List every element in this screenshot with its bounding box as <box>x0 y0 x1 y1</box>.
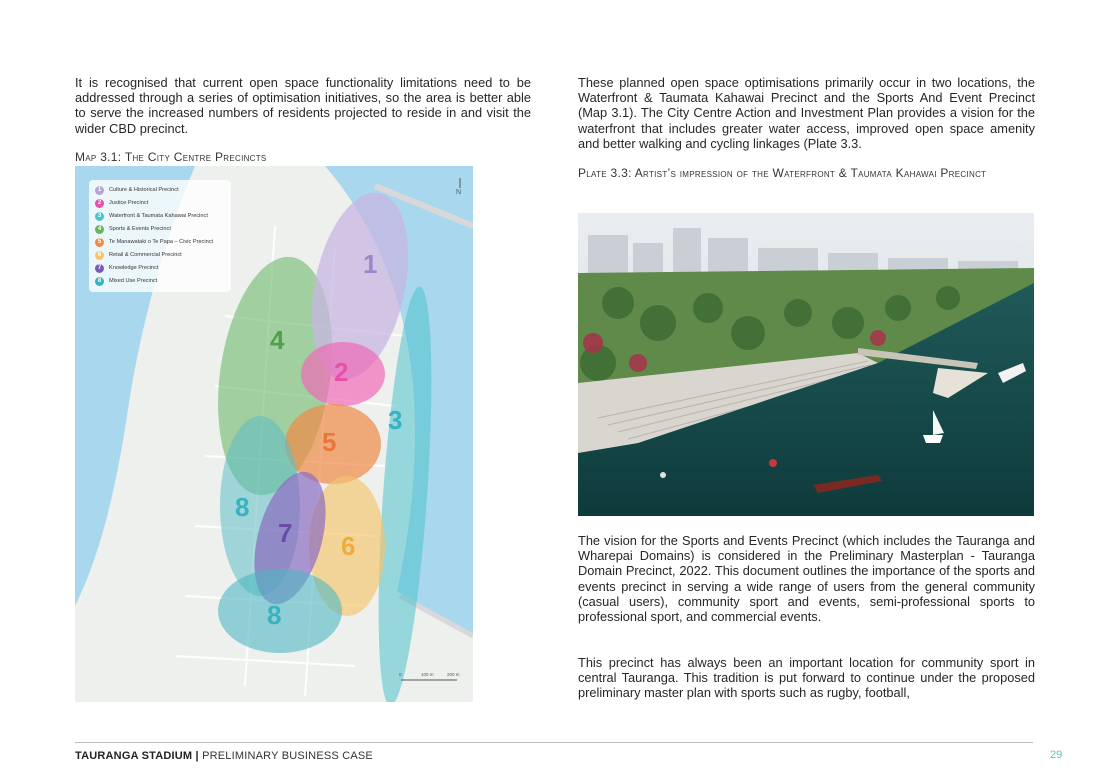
legend-item-5: 5 Te Manawataki o Te Papa – Civic Precin… <box>95 236 213 248</box>
legend-swatch: 2 <box>95 198 104 208</box>
legend-swatch: 4 <box>95 224 104 234</box>
scale-label-200: 200 m <box>447 672 460 677</box>
legend-item-2: 2 Justice Precinct <box>95 197 148 209</box>
legend-swatch: 3 <box>95 211 104 221</box>
legend-item-3: 3 Waterfront & Taumata Kahawai Precinct <box>95 210 208 222</box>
right-paragraph-1: These planned open space optimisations p… <box>578 75 1035 151</box>
legend-swatch: 7 <box>95 263 104 273</box>
page-number: 29 <box>1050 749 1063 761</box>
precinct-number-8b: 8 <box>267 600 281 630</box>
precinct-number-1: 1 <box>363 249 377 279</box>
legend-item-4: 4 Sports & Events Precinct <box>95 223 171 235</box>
map-caption: Map 3.1: The City Centre Precincts <box>75 150 267 164</box>
precinct-number-8a: 8 <box>235 492 249 522</box>
legend-label: Justice Precinct <box>109 200 149 206</box>
city-centre-precincts-map: 1 2 3 4 5 6 7 8 8 N 0 100 m 200 m 1 Cult… <box>75 166 473 702</box>
legend-swatch: 6 <box>95 250 104 260</box>
legend-item-8: 8 Mixed Use Precinct <box>95 275 157 287</box>
legend-label: Knowledge Precinct <box>109 265 159 271</box>
legend-swatch: 5 <box>95 237 104 247</box>
legend-item-1: 1 Culture & Historical Precinct <box>95 184 179 196</box>
footer-separator: | <box>195 750 199 762</box>
north-indicator: N <box>456 189 461 196</box>
map-legend: 1 Culture & Historical Precinct 2 Justic… <box>89 180 231 292</box>
legend-item-7: 7 Knowledge Precinct <box>95 262 158 274</box>
footer-title-bold: TAURANGA STADIUM <box>75 750 193 762</box>
scale-label-100: 100 m <box>421 672 434 677</box>
right-paragraph-3: This precinct has always been an importa… <box>578 655 1035 701</box>
precinct-number-7: 7 <box>278 518 292 548</box>
right-paragraph-2: The vision for the Sports and Events Pre… <box>578 533 1035 625</box>
left-intro-paragraph: It is recognised that current open space… <box>75 75 531 136</box>
footer-document-title: TAURANGA STADIUM | PRELIMINARY BUSINESS … <box>75 750 373 762</box>
precinct-number-4: 4 <box>270 325 285 355</box>
precinct-number-5: 5 <box>322 427 336 457</box>
legend-swatch: 1 <box>95 185 104 195</box>
legend-label: Retail & Commercial Precinct <box>109 252 182 258</box>
legend-label: Te Manawataki o Te Papa – Civic Precinct <box>109 239 214 245</box>
legend-label: Mixed Use Precinct <box>109 278 158 284</box>
footer-divider <box>75 742 1033 743</box>
precinct-number-6: 6 <box>341 531 355 561</box>
legend-label: Sports & Events Precinct <box>109 226 171 232</box>
legend-swatch: 8 <box>95 276 104 286</box>
legend-item-6: 6 Retail & Commercial Precinct <box>95 249 182 261</box>
waterfront-illustration <box>578 213 1034 516</box>
waterfront-artist-impression-image <box>578 213 1034 516</box>
plate-caption: Plate 3.3: Artist’s impression of the Wa… <box>578 166 987 180</box>
precinct-number-3: 3 <box>388 405 402 435</box>
precinct-number-2: 2 <box>334 357 348 387</box>
legend-label: Culture & Historical Precinct <box>109 187 179 193</box>
footer-title-rest: PRELIMINARY BUSINESS CASE <box>202 750 373 762</box>
legend-label: Waterfront & Taumata Kahawai Precinct <box>109 213 208 219</box>
